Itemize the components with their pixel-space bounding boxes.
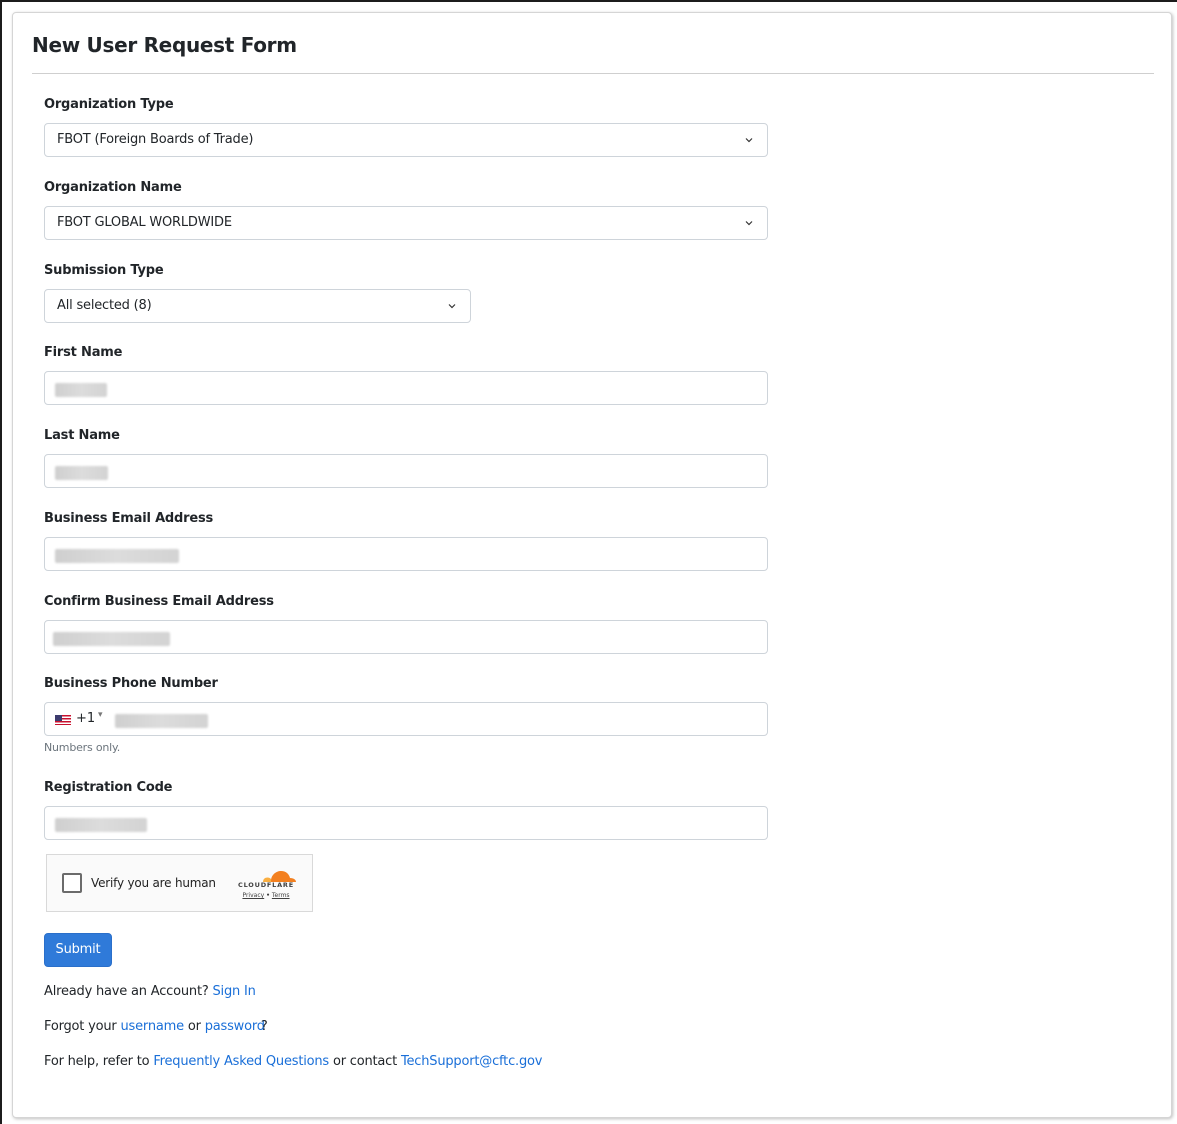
title-divider — [32, 73, 1154, 74]
or-text: or — [187, 1019, 201, 1034]
registration-code-input[interactable] — [44, 806, 768, 840]
username-link[interactable]: username — [121, 1019, 185, 1034]
business-email-label: Business Email Address — [44, 511, 214, 526]
question-mark: ? — [260, 1019, 268, 1034]
captcha-widget: Verify you are human CLOUDFLARE Privacy … — [46, 854, 313, 912]
redacted-value — [55, 466, 108, 480]
business-phone-input[interactable]: +1 ▾ — [44, 702, 768, 736]
page-title: New User Request Form — [32, 33, 297, 57]
organization-name-value: FBOT GLOBAL WORLDWIDE — [57, 215, 232, 230]
password-link[interactable]: password — [205, 1019, 265, 1034]
sign-in-line: Already have an Account? Sign In — [44, 984, 256, 999]
us-flag-icon[interactable] — [55, 715, 71, 725]
or-contact-text: or contact — [332, 1054, 398, 1069]
organization-type-value: FBOT (Foreign Boards of Trade) — [57, 132, 254, 147]
confirm-email-input[interactable] — [44, 620, 768, 654]
redacted-value — [55, 383, 107, 397]
captcha-label: Verify you are human — [91, 876, 216, 890]
confirm-email-label: Confirm Business Email Address — [44, 594, 274, 609]
business-email-input[interactable] — [44, 537, 768, 571]
organization-type-select[interactable]: FBOT (Foreign Boards of Trade) — [44, 123, 768, 157]
support-email-link[interactable]: TechSupport@cftc.gov — [401, 1054, 542, 1069]
form-card: New User Request Form Organization Type … — [12, 12, 1172, 1118]
account-prompt: Already have an Account? — [44, 984, 209, 999]
captcha-links: Privacy • Terms — [231, 892, 301, 899]
phone-hint: Numbers only. — [44, 741, 121, 754]
faq-link[interactable]: Frequently Asked Questions — [153, 1054, 329, 1069]
first-name-input[interactable] — [44, 371, 768, 405]
submission-type-value: All selected (8) — [57, 298, 152, 313]
chevron-down-icon — [448, 304, 456, 309]
organization-name-label: Organization Name — [44, 180, 182, 195]
chevron-down-icon — [745, 221, 753, 226]
privacy-link[interactable]: Privacy — [242, 892, 264, 899]
sign-in-link[interactable]: Sign In — [213, 984, 256, 999]
redacted-value — [55, 549, 179, 563]
dial-code[interactable]: +1 — [76, 711, 95, 726]
cloudflare-brand: CLOUDFLARE — [238, 881, 294, 889]
terms-link[interactable]: Terms — [272, 892, 290, 899]
help-prompt: For help, refer to — [44, 1054, 150, 1069]
redacted-value — [53, 632, 170, 646]
redacted-value — [55, 818, 147, 832]
help-line: For help, refer to Frequently Asked Ques… — [44, 1054, 542, 1069]
organization-name-select[interactable]: FBOT GLOBAL WORLDWIDE — [44, 206, 768, 240]
submission-type-select[interactable]: All selected (8) — [44, 289, 471, 323]
organization-type-label: Organization Type — [44, 97, 174, 112]
submission-type-label: Submission Type — [44, 263, 164, 278]
forgot-line: Forgot your username or password? — [44, 1019, 268, 1034]
chevron-down-icon[interactable]: ▾ — [98, 710, 103, 720]
redacted-value — [115, 714, 208, 728]
link-separator: • — [266, 892, 270, 899]
last-name-input[interactable] — [44, 454, 768, 488]
business-phone-label: Business Phone Number — [44, 676, 218, 691]
registration-code-label: Registration Code — [44, 780, 173, 795]
captcha-checkbox[interactable] — [62, 873, 82, 893]
last-name-label: Last Name — [44, 428, 120, 443]
first-name-label: First Name — [44, 345, 123, 360]
submit-button[interactable]: Submit — [44, 933, 112, 967]
forgot-prompt: Forgot your — [44, 1019, 117, 1034]
chevron-down-icon — [745, 138, 753, 143]
